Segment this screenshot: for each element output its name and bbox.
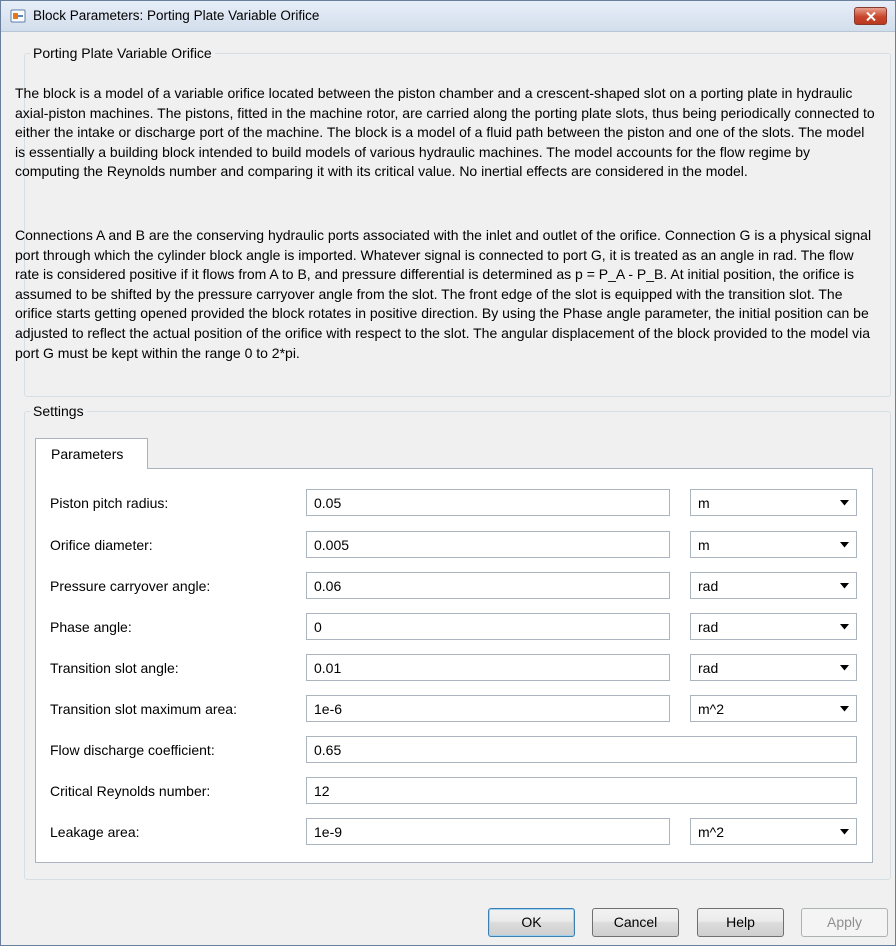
unit-value: m^2 bbox=[698, 824, 725, 840]
chevron-down-icon bbox=[840, 624, 849, 630]
tab-parameters-label: Parameters bbox=[51, 446, 124, 462]
unit-value: m^2 bbox=[698, 701, 725, 717]
pressure-carryover-angle-unit-select[interactable]: rad bbox=[690, 572, 857, 599]
transition-slot-angle-input[interactable] bbox=[306, 654, 670, 681]
transition-slot-maximum-area-label: Transition slot maximum area: bbox=[50, 701, 237, 717]
dialog-window: Block Parameters: Porting Plate Variable… bbox=[0, 0, 896, 946]
chevron-down-icon bbox=[840, 500, 849, 506]
unit-value: m bbox=[698, 495, 710, 511]
simulink-block-icon bbox=[10, 8, 26, 24]
tab-parameters[interactable]: Parameters bbox=[35, 438, 148, 469]
orifice-diameter-label: Orifice diameter: bbox=[50, 537, 153, 553]
piston-pitch-radius-input[interactable] bbox=[306, 489, 670, 516]
orifice-diameter-input[interactable] bbox=[306, 531, 670, 558]
pressure-carryover-angle-label: Pressure carryover angle: bbox=[50, 578, 211, 594]
block-description-paragraph-2: Connections A and B are the conserving h… bbox=[15, 227, 872, 361]
chevron-down-icon bbox=[840, 542, 849, 548]
transition-slot-angle-label: Transition slot angle: bbox=[50, 660, 179, 676]
help-button[interactable]: Help bbox=[697, 908, 784, 937]
piston-pitch-radius-label: Piston pitch radius: bbox=[50, 495, 169, 511]
transition-slot-maximum-area-unit-select[interactable]: m^2 bbox=[690, 695, 857, 722]
close-button[interactable] bbox=[854, 7, 887, 25]
ok-button[interactable]: OK bbox=[488, 908, 575, 937]
chevron-down-icon bbox=[840, 829, 849, 835]
cancel-button[interactable]: Cancel bbox=[592, 908, 679, 937]
critical-reynolds-number-input[interactable] bbox=[306, 777, 857, 804]
pressure-carryover-angle-input[interactable] bbox=[306, 572, 670, 599]
unit-value: rad bbox=[698, 578, 719, 594]
unit-value: rad bbox=[698, 660, 719, 676]
window-title: Block Parameters: Porting Plate Variable… bbox=[33, 8, 320, 23]
leakage-area-unit-select[interactable]: m^2 bbox=[690, 818, 857, 845]
phase-angle-input[interactable] bbox=[306, 613, 670, 640]
phase-angle-label: Phase angle: bbox=[50, 619, 132, 635]
close-icon bbox=[866, 12, 876, 21]
piston-pitch-radius-unit-select[interactable]: m bbox=[690, 489, 857, 516]
chevron-down-icon bbox=[840, 583, 849, 589]
unit-value: m bbox=[698, 537, 710, 553]
flow-discharge-coefficient-input[interactable] bbox=[306, 736, 857, 763]
orifice-diameter-unit-select[interactable]: m bbox=[690, 531, 857, 558]
phase-angle-unit-select[interactable]: rad bbox=[690, 613, 857, 640]
transition-slot-maximum-area-input[interactable] bbox=[306, 695, 670, 722]
chevron-down-icon bbox=[840, 706, 849, 712]
leakage-area-label: Leakage area: bbox=[50, 824, 140, 840]
unit-value: rad bbox=[698, 619, 719, 635]
block-group-title: Porting Plate Variable Orifice bbox=[33, 45, 212, 61]
settings-group-title: Settings bbox=[33, 403, 84, 419]
chevron-down-icon bbox=[840, 665, 849, 671]
title-bar[interactable]: Block Parameters: Porting Plate Variable… bbox=[1, 1, 895, 32]
apply-button[interactable]: Apply bbox=[801, 908, 888, 937]
leakage-area-input[interactable] bbox=[306, 818, 670, 845]
flow-discharge-coefficient-label: Flow discharge coefficient: bbox=[50, 742, 215, 758]
critical-reynolds-number-label: Critical Reynolds number: bbox=[50, 783, 211, 799]
transition-slot-angle-unit-select[interactable]: rad bbox=[690, 654, 857, 681]
block-description-paragraph-1: The block is a model of a variable orifi… bbox=[15, 85, 875, 180]
